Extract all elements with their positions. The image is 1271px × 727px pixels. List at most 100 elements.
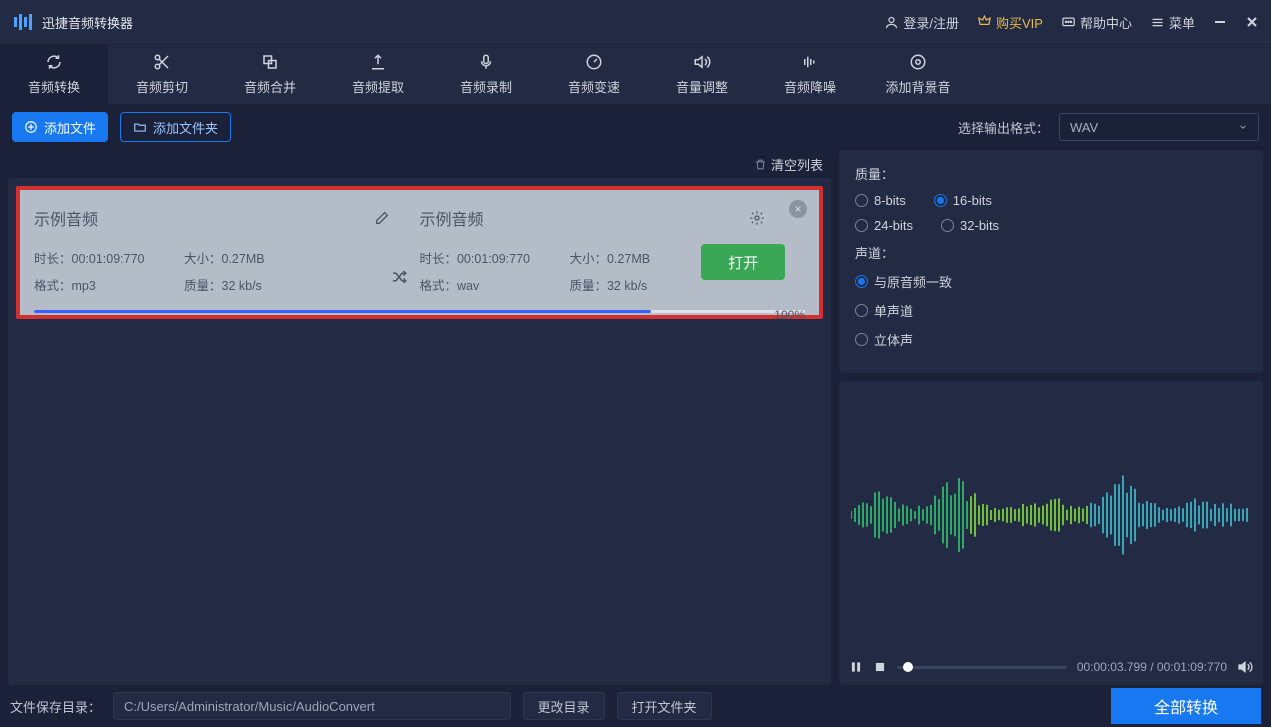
clear-list-button[interactable]: 清空列表 [754, 155, 823, 174]
quality-32bits[interactable]: 32-bits [941, 218, 999, 233]
add-folder-button[interactable]: 添加文件夹 [120, 112, 231, 142]
src-title: 示例音频 [34, 206, 98, 230]
login-label: 登录/注册 [903, 13, 959, 32]
quality-16bits[interactable]: 16-bits [934, 193, 992, 208]
chat-icon [1061, 15, 1076, 30]
tab-speed[interactable]: 音频变速 [540, 45, 648, 104]
chevron-down-icon [1238, 122, 1248, 132]
tab-label: 音频合并 [244, 77, 296, 96]
edit-icon[interactable] [374, 210, 390, 226]
dst-size: 大小：0.27MB [569, 248, 650, 267]
dst-title: 示例音频 [420, 206, 484, 230]
dst-quality: 质量：32 kb/s [569, 275, 647, 294]
radio-label: 立体声 [874, 330, 913, 349]
convert-all-button[interactable]: 全部转换 [1111, 688, 1261, 724]
channel-mono[interactable]: 单声道 [855, 301, 1247, 320]
src-duration: 时长：00:01:09:770 [34, 248, 154, 267]
stop-button[interactable] [873, 660, 887, 674]
tab-extract[interactable]: 音频提取 [324, 45, 432, 104]
merge-icon [261, 53, 279, 71]
vip-button[interactable]: 购买VIP [977, 13, 1043, 32]
save-path-value: C:/Users/Administrator/Music/AudioConver… [124, 699, 375, 714]
tab-label: 添加背景音 [885, 77, 950, 96]
shuffle-icon[interactable] [390, 268, 408, 286]
src-quality: 质量：32 kb/s [184, 275, 262, 294]
file-list: × 示例音频 示例音频 [8, 178, 831, 685]
gear-icon[interactable] [749, 210, 765, 226]
player-controls: 00:00:03.799 / 00:01:09:770 [839, 649, 1263, 685]
time-display: 00:00:03.799 / 00:01:09:770 [1077, 660, 1227, 674]
music-icon [909, 53, 927, 71]
app-title: 迅捷音频转换器 [42, 13, 133, 32]
tab-cut[interactable]: 音频剪切 [108, 45, 216, 104]
convert-all-label: 全部转换 [1154, 694, 1218, 718]
add-file-button[interactable]: 添加文件 [12, 112, 108, 142]
open-button[interactable]: 打开 [701, 244, 785, 280]
user-icon [884, 15, 899, 30]
channels-title: 声道： [855, 243, 1247, 262]
channel-same[interactable]: 与原音频一致 [855, 272, 1247, 291]
toolbar: 添加文件 添加文件夹 选择输出格式： WAV [0, 104, 1271, 150]
progress-bar: 100% [34, 310, 805, 313]
add-file-label: 添加文件 [44, 118, 96, 137]
open-folder-button[interactable]: 打开文件夹 [617, 692, 712, 720]
speaker-icon[interactable] [1237, 659, 1253, 675]
tab-label: 音频录制 [460, 77, 512, 96]
output-format-select[interactable]: WAV [1059, 113, 1259, 141]
change-dir-label: 更改目录 [538, 697, 590, 716]
list-item[interactable]: × 示例音频 示例音频 [16, 186, 823, 319]
equalizer-icon [801, 53, 819, 71]
minimize-button[interactable] [1213, 15, 1227, 29]
tab-label: 音频转换 [28, 77, 80, 96]
tab-merge[interactable]: 音频合并 [216, 45, 324, 104]
list-header: 清空列表 [8, 150, 831, 178]
add-folder-label: 添加文件夹 [153, 118, 218, 137]
output-format-label: 选择输出格式： [958, 118, 1049, 137]
menu-label: 菜单 [1169, 13, 1195, 32]
tab-volume[interactable]: 音量调整 [648, 45, 756, 104]
tab-label: 音频剪切 [136, 77, 188, 96]
settings-panel: 质量： 8-bits 16-bits 24-bits 32-bits 声道： 与… [839, 150, 1263, 373]
channel-stereo[interactable]: 立体声 [855, 330, 1247, 349]
remove-item-button[interactable]: × [789, 200, 807, 218]
scissors-icon [153, 53, 171, 71]
plus-circle-icon [24, 120, 38, 134]
tab-label: 音频提取 [352, 77, 404, 96]
footer: 文件保存目录： C:/Users/Administrator/Music/Aud… [0, 685, 1271, 727]
save-dir-label: 文件保存目录： [10, 697, 101, 716]
menu-button[interactable]: 菜单 [1150, 13, 1195, 32]
upload-icon [369, 53, 387, 71]
mic-icon [477, 53, 495, 71]
tab-convert[interactable]: 音频转换 [0, 45, 108, 104]
output-format-value: WAV [1070, 120, 1098, 135]
crown-icon [977, 15, 992, 30]
radio-label: 24-bits [874, 218, 913, 233]
menu-icon [1150, 15, 1165, 30]
quality-24bits[interactable]: 24-bits [855, 218, 913, 233]
radio-label: 单声道 [874, 301, 913, 320]
tab-record[interactable]: 音频录制 [432, 45, 540, 104]
trash-icon [754, 158, 767, 171]
tab-denoise[interactable]: 音频降噪 [756, 45, 864, 104]
close-button[interactable] [1245, 15, 1259, 29]
save-path-input[interactable]: C:/Users/Administrator/Music/AudioConver… [113, 692, 510, 720]
folder-icon [133, 120, 147, 134]
dst-duration: 时长：00:01:09:770 [419, 248, 539, 267]
change-dir-button[interactable]: 更改目录 [523, 692, 605, 720]
radio-label: 32-bits [960, 218, 999, 233]
open-label: 打开 [728, 252, 758, 273]
gauge-icon [585, 53, 603, 71]
login-button[interactable]: 登录/注册 [884, 13, 959, 32]
radio-label: 8-bits [874, 193, 906, 208]
help-label: 帮助中心 [1080, 13, 1132, 32]
tab-label: 音量调整 [676, 77, 728, 96]
open-folder-label: 打开文件夹 [632, 697, 697, 716]
quality-8bits[interactable]: 8-bits [855, 193, 906, 208]
pause-button[interactable] [849, 660, 863, 674]
refresh-icon [45, 53, 63, 71]
tab-bgm[interactable]: 添加背景音 [864, 45, 972, 104]
help-button[interactable]: 帮助中心 [1061, 13, 1132, 32]
src-format: 格式：mp3 [34, 275, 154, 294]
dst-format: 格式：wav [419, 275, 539, 294]
seek-slider[interactable] [897, 666, 1067, 669]
